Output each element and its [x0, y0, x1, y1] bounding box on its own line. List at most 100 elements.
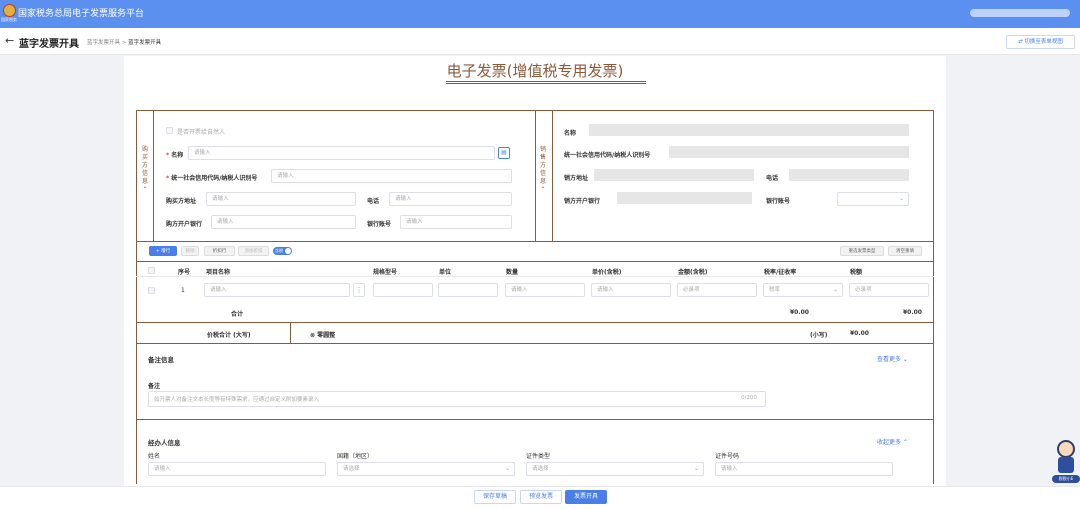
frame-line	[136, 261, 934, 262]
frame-line	[153, 110, 154, 241]
select-all-checkbox[interactable]	[148, 267, 155, 274]
more-options-icon[interactable]: ⋮	[353, 283, 365, 297]
page-title: 蓝字发票开具	[19, 39, 79, 50]
row-index: 1	[181, 287, 185, 294]
buyer-phone-label: 电话	[367, 198, 380, 205]
mascot-head	[1057, 440, 1075, 458]
spec-input[interactable]	[373, 283, 433, 297]
breadcrumb-item[interactable]: 蓝字发票开具	[87, 40, 120, 46]
title-underline	[446, 81, 646, 82]
handler-name-label: 姓名	[148, 453, 161, 460]
unit-input[interactable]	[438, 283, 498, 297]
remarks-section-title: 备注信息	[148, 356, 174, 364]
id-number-input[interactable]: 请输入	[715, 462, 893, 476]
tax-rate-select[interactable]: 税率 ⌄	[763, 283, 843, 297]
buyer-phone-input[interactable]: 请输入	[389, 192, 512, 206]
seller-section-label[interactable]: 销 售 方 信 息 ⌃	[539, 146, 547, 194]
buyer-address-input[interactable]: 请输入	[206, 192, 356, 206]
col-name: 项目名称	[206, 269, 231, 276]
frame-line	[933, 110, 934, 484]
buyer-lookup-icon[interactable]: ▤	[498, 147, 510, 159]
frame-line	[136, 343, 934, 344]
arrow-left-icon[interactable]: ←	[5, 34, 14, 47]
switch-view-button[interactable]: ⇄ 切换至表单视图	[1006, 35, 1075, 49]
buyer-section-label[interactable]: 购 买 方 信 息 ⌃	[141, 146, 149, 194]
buyer-taxid-text: 统一社会信用代码/纳税人识别号	[171, 175, 258, 182]
reselect-type-button[interactable]: 重选发票类型	[840, 246, 884, 256]
sum-upper-label: 价税合计 (大写)	[207, 332, 251, 339]
natural-person-checkbox[interactable]	[166, 127, 173, 134]
item-name-input[interactable]: 请输入	[204, 283, 350, 297]
row-checkbox[interactable]	[148, 287, 155, 294]
assistant-mascot[interactable]: 税税小E	[1052, 438, 1080, 484]
buyer-taxid-input[interactable]: 请输入	[271, 169, 512, 183]
remarks-textarea[interactable]: 如开票人对备注文本长度等有特殊需求，应通过自定义附加要素录入 0/200	[148, 391, 766, 407]
switch-view-label: 切换至表单视图	[1024, 39, 1063, 45]
col-tax: 税额	[850, 269, 863, 276]
invoice-paper: 电子发票(增值税专用发票) 购 买 方 信 息 ⌃ 销 售 方 信 息 ⌃ 是否…	[124, 56, 946, 486]
seller-bank-select[interactable]	[617, 192, 752, 204]
clear-button[interactable]: 清空重填	[888, 246, 922, 256]
preview-button[interactable]: 预览发票	[520, 490, 562, 504]
frame-line	[290, 322, 291, 343]
seller-name-label: 名称	[564, 130, 577, 137]
col-unit: 单位	[439, 269, 452, 276]
buyer-taxid-label: * 统一社会信用代码/纳税人识别号	[166, 175, 258, 182]
app-title: 国家税务总局电子发票服务平台	[18, 9, 145, 19]
user-info-blurred[interactable]	[970, 9, 1070, 17]
chevron-down-icon: ⌄	[504, 465, 510, 472]
frame-line	[136, 322, 934, 323]
frame-line	[136, 241, 934, 242]
id-type-select[interactable]: 请选择 ⌄	[526, 462, 704, 476]
quantity-input[interactable]: 请输入	[505, 283, 585, 297]
seller-address-value	[594, 169, 754, 181]
amount-input[interactable]: 必录项	[677, 283, 757, 297]
frame-line	[535, 110, 536, 241]
delete-row-button[interactable]: 删除	[181, 246, 199, 256]
invoice-title: 电子发票(增值税专用发票)	[446, 62, 624, 80]
seller-address-label: 销方地址	[564, 175, 589, 182]
col-price: 单价(含税)	[592, 269, 622, 276]
remarks-label: 备注	[148, 383, 161, 390]
buyer-name-label: * 名称	[166, 152, 184, 159]
seller-account-label: 银行账号	[766, 198, 791, 205]
id-type-label: 证件类型	[526, 453, 551, 460]
save-draft-button[interactable]: 保存草稿	[474, 490, 516, 504]
tax-included-toggle[interactable]: 含税	[273, 247, 292, 255]
country-select[interactable]: 请选择 ⌄	[337, 462, 515, 476]
buyer-address-label: 购买方地址	[166, 198, 197, 205]
sum-lower-value: ¥0.00	[850, 330, 869, 337]
chevron-down-icon: ⌄	[898, 195, 904, 202]
add-discount-button[interactable]: 添加折扣	[238, 246, 269, 256]
page-header: ← 蓝字发票开具 蓝字发票开具 > 蓝字发票开具 ⇄ 切换至表单视图	[0, 28, 1080, 55]
issue-invoice-button[interactable]: 发票开具	[565, 490, 607, 504]
total-tax: ¥0.00	[903, 309, 922, 316]
col-amount: 金额(含税)	[678, 269, 708, 276]
buyer-name-text: 名称	[171, 152, 184, 159]
mascot-body	[1058, 457, 1074, 473]
chevron-down-icon: ⌄	[693, 465, 699, 472]
total-label: 合计	[231, 311, 244, 318]
emblem-label: 国家税务	[1, 17, 17, 22]
sum-lower-label: (小写)	[810, 332, 828, 339]
buyer-name-input[interactable]: 请输入	[188, 146, 495, 160]
buyer-account-input[interactable]: 请输入	[400, 215, 512, 229]
seller-name-value	[589, 124, 909, 136]
price-input[interactable]: 请输入	[591, 283, 671, 297]
buyer-bank-input[interactable]: 请输入	[211, 215, 356, 229]
seller-account-select[interactable]: ⌄	[837, 192, 909, 206]
view-more-link[interactable]: 查看更多 ⌄	[877, 354, 908, 363]
buyer-account-label: 银行账号	[367, 221, 392, 228]
buyer-bank-label: 购方开户银行	[166, 221, 203, 228]
country-placeholder: 请选择	[343, 466, 360, 472]
tax-rate-placeholder: 税率	[769, 287, 781, 293]
breadcrumb: 蓝字发票开具 > 蓝字发票开具	[87, 38, 161, 46]
id-number-label: 证件号码	[715, 453, 740, 460]
col-rate: 税率/征收率	[764, 269, 797, 276]
tax-amount-input[interactable]: 必录项	[849, 283, 929, 297]
handler-name-input[interactable]: 请输入	[148, 462, 326, 476]
col-qty: 数量	[506, 269, 519, 276]
collapse-link[interactable]: 收起更多 ⌃	[877, 437, 908, 446]
add-row-button[interactable]: + 增行	[149, 246, 177, 256]
discount-row-button[interactable]: 折扣行	[204, 246, 235, 256]
